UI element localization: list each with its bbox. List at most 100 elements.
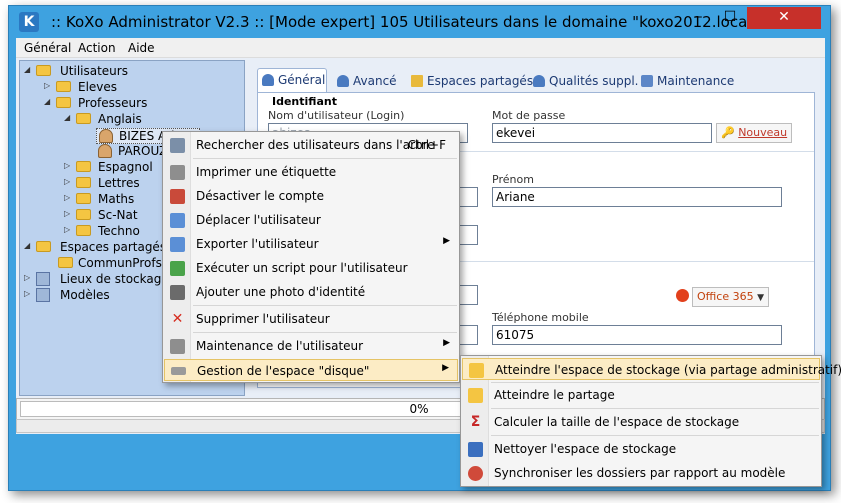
tab-general[interactable]: Général [257,68,327,92]
maximize-button[interactable]: ☐ [715,7,745,29]
expand-toggle-icon[interactable]: ▷ [64,193,74,202]
expand-toggle-icon[interactable]: ◢ [24,241,34,250]
expand-toggle-icon[interactable]: ◢ [24,65,34,74]
password-label: Mot de passe [492,109,566,122]
menu-label: Supprimer l'utilisateur [196,312,330,326]
tree-label: CommunProfs [78,256,162,270]
key-icon: 🔑 [721,126,735,139]
new-password-label: Nouveau [738,126,788,139]
disk-submenu: Atteindre l'espace de stockage (via part… [460,355,841,487]
tree-label: Modèles [60,288,110,302]
menu-item-supprimer[interactable]: ✕ Supprimer l'utilisateur [164,308,458,330]
office365-label: Office 365 [697,290,754,303]
folder-icon [76,193,91,204]
minimize-button[interactable]: – [684,7,714,29]
menu-label: Synchroniser les dossiers par rapport au… [494,466,786,480]
menu-label: Atteindre l'espace de stockage (via part… [495,363,841,377]
menu-separator [491,408,819,409]
storage-icon [36,272,50,286]
submenu-arrow-icon: ▶ [442,363,449,373]
menu-label: Nettoyer l'espace de stockage [494,442,677,456]
folder-icon [56,81,71,92]
menu-label: Désactiver le compte [196,189,324,203]
folder-icon [36,65,51,76]
status-dot-icon [676,289,689,302]
sync-icon [468,466,483,481]
tab-label: Avancé [353,74,397,88]
folder-icon [76,113,91,124]
user-icon [262,74,274,86]
password-input[interactable]: ekevei [492,123,712,143]
tree-label: Lieux de stockage [60,272,169,286]
menu-label: Atteindre le partage [494,388,615,402]
tab-maintenance[interactable]: Maintenance [641,70,734,92]
menu-separator [491,382,819,383]
close-button[interactable]: ✕ [747,7,821,29]
menu-item-rechercher[interactable]: Rechercher des utilisateurs dans l'arbre… [164,134,458,156]
menu-separator [193,332,457,333]
tab-label: Qualités suppl. [549,74,639,88]
menu-action[interactable]: Action [78,41,116,55]
menu-shortcut: Ctrl+F [407,138,446,152]
submenu-item-atteindre-partage[interactable]: Atteindre le partage [462,384,820,406]
submenu-item-synchroniser[interactable]: Synchroniser les dossiers par rapport au… [462,462,820,484]
tab-avance[interactable]: Avancé [337,70,397,92]
user-icon [337,75,349,87]
tab-bar: Général Avancé Espaces partagés Qualités… [251,68,821,92]
tree-label: PAROUZ [118,144,168,158]
menu-item-desactiver[interactable]: Désactiver le compte [164,185,458,207]
folder-icon [58,257,73,268]
expand-toggle-icon[interactable]: ▷ [64,225,74,234]
menu-item-deplacer[interactable]: Déplacer l'utilisateur [164,209,458,231]
tab-label: Général [278,73,326,87]
window-title: :: KoXo Administrator V2.3 :: [Mode expe… [51,13,759,31]
menu-item-imprimer[interactable]: Imprimer une étiquette [164,161,458,183]
expand-toggle-icon[interactable]: ▷ [44,81,54,90]
photo-id-icon [170,285,185,300]
office365-dropdown[interactable]: Office 365 ▼ [692,287,770,307]
menu-aide[interactable]: Aide [128,41,155,55]
tree-label: Eleves [78,80,118,94]
submenu-item-atteindre-espace[interactable]: Atteindre l'espace de stockage (via part… [462,358,841,380]
menu-label: Maintenance de l'utilisateur [196,339,364,353]
menu-label: Rechercher des utilisateurs dans l'arbre [196,138,435,152]
menu-item-gestion-espace-disque[interactable]: Gestion de l'espace "disque" ▶ [164,359,458,381]
user-icon [99,129,113,143]
expand-toggle-icon[interactable]: ▷ [64,209,74,218]
prenom-input[interactable]: Ariane [492,187,782,207]
expand-toggle-icon[interactable]: ▷ [24,289,34,298]
menu-item-ajouter-photo[interactable]: Ajouter une photo d'identité [164,281,458,303]
expand-toggle-icon[interactable]: ◢ [44,97,54,106]
menu-label: Gestion de l'espace "disque" [197,364,370,378]
user-icon [98,144,112,158]
tab-qualites[interactable]: Qualités suppl. [533,70,638,92]
expand-toggle-icon[interactable]: ▷ [64,177,74,186]
tree-label: Utilisateurs [60,64,128,78]
menu-item-exporter[interactable]: Exporter l'utilisateur ▶ [164,233,458,255]
folder-icon [469,363,484,378]
submenu-item-nettoyer[interactable]: Nettoyer l'espace de stockage [462,438,820,460]
printer-icon [170,165,185,180]
script-icon [170,261,185,276]
menu-general[interactable]: Général [24,41,71,55]
menu-separator [193,305,457,306]
title-bar[interactable]: K :: KoXo Administrator V2.3 :: [Mode ex… [9,6,830,38]
menu-label: Exporter l'utilisateur [196,237,319,251]
tab-espaces-partages[interactable]: Espaces partagés [411,70,533,92]
menu-label: Déplacer l'utilisateur [196,213,321,227]
menu-item-executer-script[interactable]: Exécuter un script pour l'utilisateur [164,257,458,279]
expand-toggle-icon[interactable]: ◢ [64,113,74,122]
login-label: Nom d'utilisateur (Login) [268,109,405,122]
submenu-item-calculer-taille[interactable]: Σ Calculer la taille de l'espace de stoc… [462,411,820,433]
tools-icon [170,339,185,354]
folder-icon [468,388,483,403]
mobile-label: Téléphone mobile [492,311,589,324]
expand-toggle-icon[interactable]: ▷ [64,161,74,170]
tree-label: Espaces partagés [60,240,167,254]
mobile-input[interactable]: 61075 [492,325,782,345]
disk-icon [171,367,186,375]
expand-toggle-icon[interactable]: ▷ [24,273,34,282]
tree-label: Techno [98,224,140,238]
menu-item-maintenance[interactable]: Maintenance de l'utilisateur ▶ [164,335,458,357]
new-password-button[interactable]: 🔑 Nouveau [716,123,793,143]
